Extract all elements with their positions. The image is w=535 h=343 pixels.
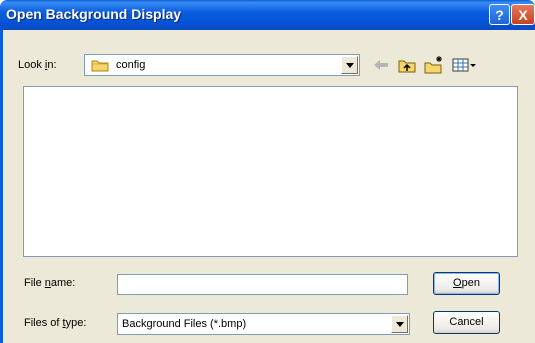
file-list[interactable]: [23, 86, 518, 257]
create-new-folder-icon[interactable]: [423, 55, 445, 75]
files-of-type-label: Files of type:: [24, 317, 87, 329]
folder-icon: [91, 60, 109, 72]
window-title: Open Background Display: [6, 6, 182, 22]
help-button[interactable]: ?: [489, 4, 510, 25]
up-one-level-icon[interactable]: [397, 55, 417, 75]
files-of-type-dropdown-arrow[interactable]: [391, 315, 408, 333]
look-in-label: Look in:: [18, 59, 57, 71]
files-of-type-dropdown[interactable]: Background Files (*.bmp): [117, 313, 410, 335]
title-bar: Open Background Display ? X: [0, 0, 535, 30]
look-in-value: config: [116, 59, 146, 71]
file-name-input[interactable]: [117, 274, 408, 295]
cancel-button[interactable]: Cancel: [433, 311, 500, 334]
back-arrow-icon[interactable]: [371, 55, 391, 75]
open-button[interactable]: Open: [433, 272, 500, 295]
look-in-dropdown[interactable]: config: [84, 54, 360, 76]
close-button[interactable]: X: [511, 4, 535, 25]
file-name-label: File name:: [24, 277, 76, 289]
view-menu-icon[interactable]: [451, 55, 477, 75]
look-in-dropdown-arrow[interactable]: [341, 56, 358, 74]
files-of-type-value: Background Files (*.bmp): [122, 318, 247, 330]
